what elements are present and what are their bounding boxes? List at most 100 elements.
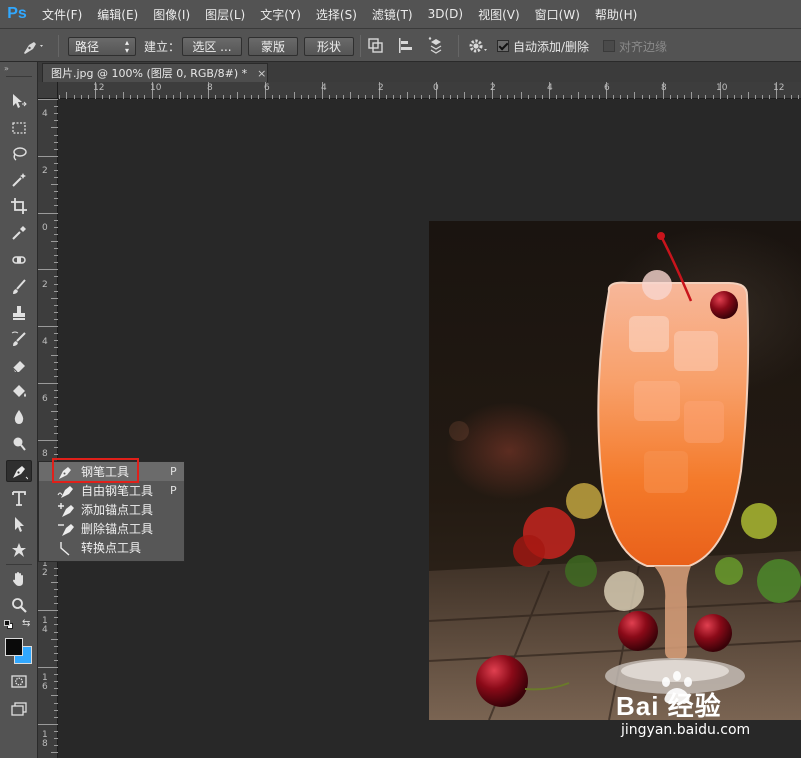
path-arrangement-button[interactable] [426,29,450,63]
menu-file[interactable]: 文件(F) [42,6,82,23]
menu-edit[interactable]: 编辑(E) [97,6,138,23]
marquee-tool[interactable] [6,117,32,139]
zoom-tool[interactable] [6,594,32,616]
blur-tool[interactable] [6,406,32,428]
dodge-icon [13,437,26,451]
path-operations-icon [368,38,383,53]
menu-help[interactable]: 帮助(H) [595,6,637,23]
ruler-origin[interactable] [38,82,58,99]
flyout-item-label: 删除锚点工具 [81,522,154,536]
menu-type[interactable]: 文字(Y) [260,6,301,23]
ruler-label: 2 [378,83,384,93]
brush-icon [13,279,26,294]
ruler-label: 0 [42,223,48,233]
screen-mode-button[interactable] [6,698,32,720]
ruler-label: 1 2 [42,559,48,578]
hand-icon [13,572,23,586]
history-brush-icon [11,331,26,346]
toolbar-grip [6,76,32,77]
magic-wand-icon [12,173,26,187]
healing-brush-tool[interactable] [6,249,32,271]
ruler-label: 0 [433,83,439,93]
type-tool[interactable] [6,487,32,509]
vertical-ruler[interactable]: 4 2 0 2 4 6 8 1 0 1 2 1 4 1 6 1 8 [38,99,58,758]
quick-mask-button[interactable] [6,670,32,692]
auto-add-delete-label: 自动添加/删除 [513,39,590,54]
options-bar: 路径 ▴ ▾ 建立： 选区 ... 蒙版 形状 自动添加/删除 对齐边缘 [0,28,801,62]
selection-button[interactable]: 选区 ... [182,37,242,56]
brush-tool[interactable] [6,276,32,298]
convert-point-icon [55,539,77,557]
bandage-icon [12,256,26,264]
foreground-color-swatch[interactable] [5,638,23,656]
crop-tool[interactable] [6,195,32,217]
menu-bar: Ps 文件(F) 编辑(E) 图像(I) 图层(L) 文字(Y) 选择(S) 滤… [0,0,801,28]
flyout-item-shortcut: P [170,484,177,497]
path-selection-tool[interactable] [6,513,32,535]
tools-panel: » ⇆ [0,62,38,758]
menu-window[interactable]: 窗口(W) [535,6,580,23]
menu-select[interactable]: 选择(S) [316,6,357,23]
flyout-item-label: 转换点工具 [81,541,142,555]
path-selection-arrow-icon [15,517,24,532]
default-colors-icon[interactable] [4,620,14,630]
horizontal-ruler[interactable]: 12 10 8 6 4 2 0 2 4 6 8 10 12 [38,82,801,99]
path-arrangement-icon [428,36,442,54]
mask-button[interactable]: 蒙版 [248,37,298,56]
make-label: 建立： [144,39,181,54]
swap-colors-icon[interactable]: ⇆ [22,618,30,629]
ruler-label: 4 [547,83,553,93]
flyout-item-delete-anchor-point-tool[interactable]: 删除锚点工具 [39,519,184,538]
paint-bucket-tool[interactable] [6,380,32,402]
hand-tool[interactable] [6,568,32,590]
droplet-icon [14,410,24,424]
shape-button[interactable]: 形状 [304,37,354,56]
path-alignment-button[interactable] [396,29,416,63]
history-brush-tool[interactable] [6,328,32,350]
tool-preset-picker[interactable] [20,29,46,63]
dodge-tool[interactable] [6,433,32,455]
stamp-icon [13,306,25,320]
freeform-pen-icon [55,482,77,500]
path-operations-button[interactable] [366,29,386,63]
eraser-tool[interactable] [6,354,32,376]
separator [360,35,361,57]
eyedropper-tool[interactable] [6,222,32,244]
menu-image[interactable]: 图像(I) [153,6,190,23]
ruler-label: 10 [150,83,162,93]
photoshop-logo: Ps [7,5,27,22]
panel-collapse-icon[interactable]: » [4,64,9,73]
mode-select[interactable]: 路径 ▴ ▾ [68,37,136,56]
quick-selection-tool[interactable] [6,169,32,191]
gear-icon [469,39,487,53]
align-edges-label: 对齐边缘 [619,39,668,54]
close-tab-icon[interactable]: × [257,67,266,80]
flyout-item-freeform-pen-tool[interactable]: 自由钢笔工具 P [39,481,184,500]
move-tool[interactable] [6,90,32,112]
clone-stamp-tool[interactable] [6,302,32,324]
ruler-label: 6 [604,83,610,93]
paint-bucket-icon [13,385,26,397]
flyout-item-convert-point-tool[interactable]: 转换点工具 [39,538,184,557]
pen-icon [24,42,43,54]
custom-shape-tool[interactable] [6,539,32,561]
auto-add-delete-checkbox[interactable]: 自动添加/删除 [497,29,589,63]
lasso-tool[interactable] [6,143,32,165]
menu-view[interactable]: 视图(V) [478,6,520,23]
settings-button[interactable] [466,29,490,63]
separator [58,35,59,57]
align-edges-checkbox[interactable]: 对齐边缘 [603,29,667,63]
toolbar-divider [6,564,32,565]
menu-3d[interactable]: 3D(D) [428,7,463,21]
flyout-item-shortcut: P [170,465,177,478]
pen-tool[interactable] [6,460,32,482]
path-alignment-icon [399,38,412,53]
document-tab-strip: 图片.jpg @ 100% (图层 0, RGB/8#) * × [38,62,801,82]
cocktail-photo[interactable] [429,221,801,720]
menu-filter[interactable]: 滤镜(T) [372,6,413,23]
document-tab[interactable]: 图片.jpg @ 100% (图层 0, RGB/8#) * × [42,63,268,82]
ruler-label: 1 4 [42,616,48,635]
ruler-label: 2 [42,280,48,290]
menu-layer[interactable]: 图层(L) [205,6,245,23]
flyout-item-add-anchor-point-tool[interactable]: 添加锚点工具 [39,500,184,519]
